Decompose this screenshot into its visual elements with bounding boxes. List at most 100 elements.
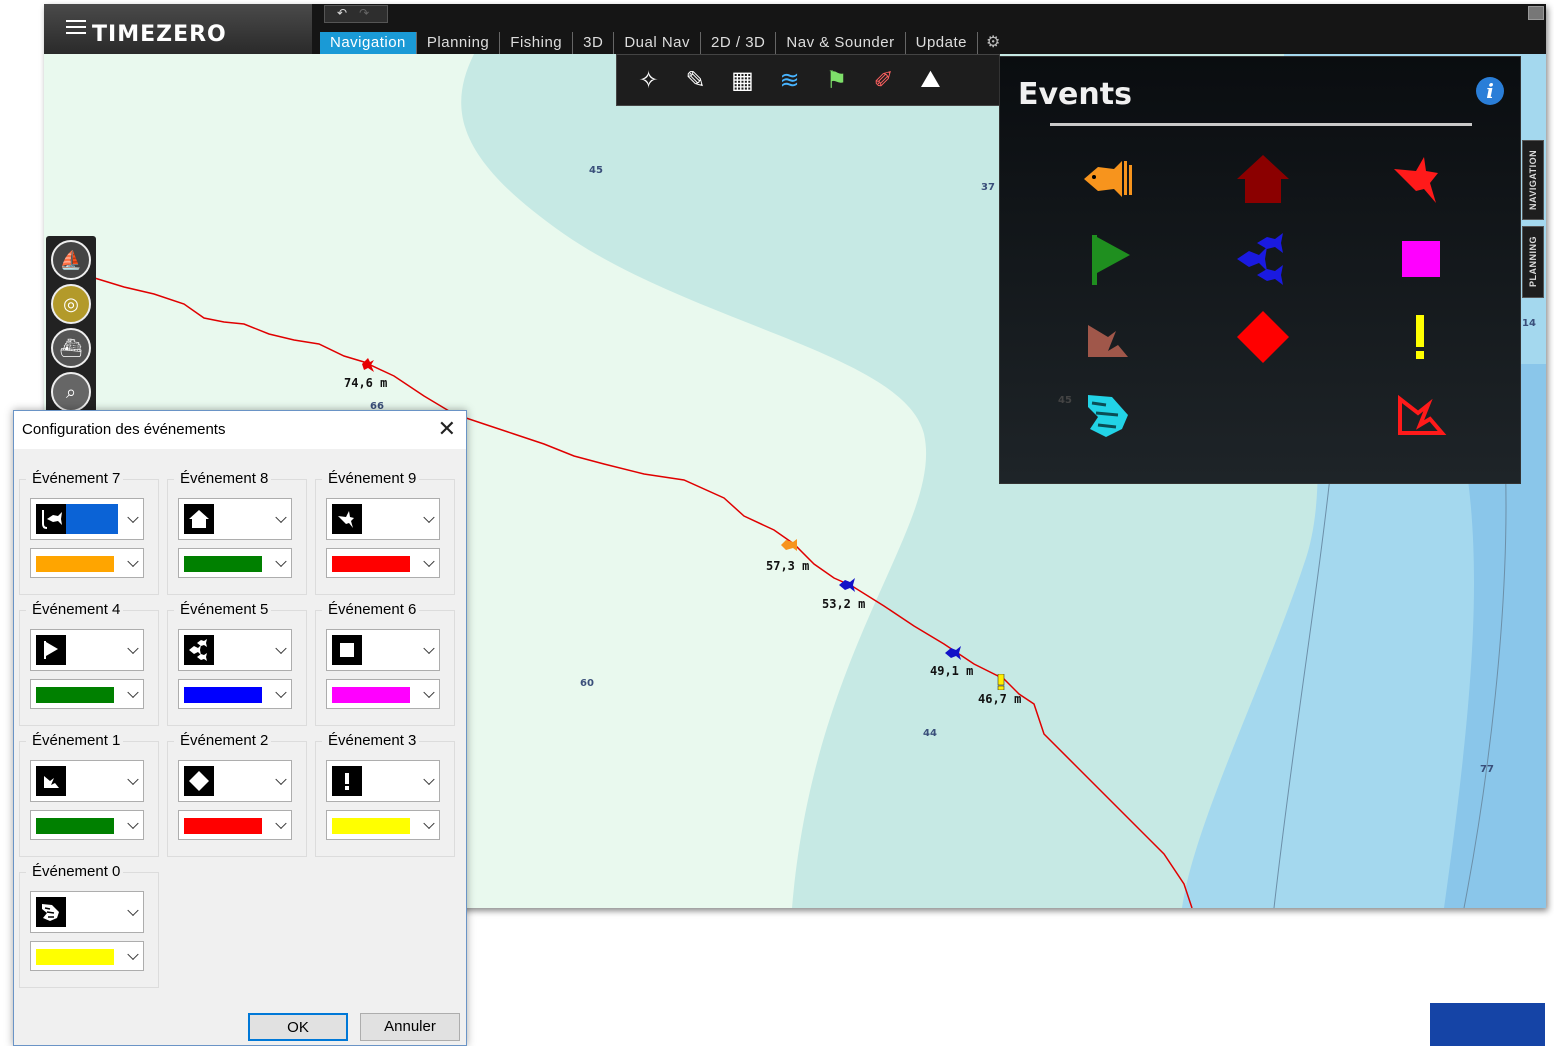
swordfish-red-icon[interactable] <box>1390 149 1450 209</box>
info-icon[interactable]: i <box>1476 77 1504 105</box>
color-swatch <box>184 818 262 834</box>
event-group-9: Événement 9 <box>315 470 455 595</box>
flag-green-icon[interactable] <box>1078 229 1138 289</box>
ok-button[interactable]: OK <box>248 1013 348 1041</box>
wreck-cyan-icon[interactable] <box>1078 385 1138 445</box>
swordfish-marker-icon[interactable] <box>360 356 376 374</box>
color-swatch <box>332 687 410 703</box>
track-depth-label: 53,2 m <box>822 597 866 611</box>
ownship-icon[interactable]: ◎ <box>51 284 91 324</box>
chevron-down-icon <box>127 948 139 961</box>
event-icon-select[interactable] <box>178 760 292 802</box>
tab-dual-nav[interactable]: Dual Nav <box>614 32 702 54</box>
tab-3d[interactable]: 3D <box>573 32 615 54</box>
exclamation-yellow-icon[interactable] <box>1390 309 1450 369</box>
event-icon-select[interactable] <box>30 629 144 671</box>
chevron-down-icon <box>275 511 287 524</box>
chevron-down-icon <box>127 904 139 917</box>
event-color-select[interactable] <box>326 810 440 840</box>
event-icon-select[interactable] <box>326 760 440 802</box>
event-color-select[interactable] <box>30 679 144 709</box>
tab-planning[interactable]: Planning <box>417 32 501 54</box>
chart-layer-icon[interactable]: ▦ <box>719 58 766 102</box>
compass-icon[interactable]: ✧ <box>625 58 672 102</box>
chevron-down-icon <box>275 555 287 568</box>
fish-blue-icon[interactable] <box>1233 229 1293 289</box>
search-icon[interactable]: ⌕ <box>51 372 91 412</box>
window-control-button[interactable] <box>1528 6 1544 20</box>
event-icon-select[interactable] <box>326 629 440 671</box>
workspace-settings-icon[interactable]: ⚙ <box>978 32 1008 54</box>
event-icon-select[interactable] <box>178 629 292 671</box>
event-label: Événement 7 <box>26 470 124 487</box>
route-planner-icon[interactable]: ✎ <box>672 58 719 102</box>
fish-school-orange-icon[interactable] <box>1078 149 1138 209</box>
chevron-down-icon <box>423 511 435 524</box>
waypoint-icon[interactable]: ⚑ <box>813 58 860 102</box>
depth-sounding: 45 <box>1058 395 1072 406</box>
events-panel-title: Events <box>1018 77 1132 112</box>
diamond-red-icon[interactable] <box>1233 309 1293 369</box>
boat-3d-icon[interactable]: ⛴ <box>51 328 91 368</box>
side-tab-navigation[interactable]: NAVIGATION <box>1522 140 1544 220</box>
event-color-select[interactable] <box>178 679 292 709</box>
home-dark-red-icon[interactable] <box>1233 149 1293 209</box>
hamburger-menu-icon[interactable] <box>66 16 86 38</box>
selected-highlight <box>36 504 118 534</box>
event-icon-select[interactable] <box>326 498 440 540</box>
event-icon-select[interactable] <box>30 498 144 540</box>
color-swatch <box>36 687 114 703</box>
track-depth-label: 46,7 m <box>978 692 1022 706</box>
event-color-select[interactable] <box>30 810 144 840</box>
event-color-select[interactable] <box>326 548 440 578</box>
wreck-icon <box>36 897 66 927</box>
flag-icon <box>36 635 66 665</box>
chevron-down-icon <box>127 773 139 786</box>
fish-blue-marker-icon[interactable] <box>944 644 962 662</box>
color-swatch <box>332 818 410 834</box>
close-icon[interactable]: ✕ <box>438 417 456 441</box>
event-group-0: Événement 0 <box>19 863 159 988</box>
event-label: Événement 9 <box>322 470 420 487</box>
mark-icon[interactable]: ⛰ <box>907 58 954 102</box>
depth-sounding: 77 <box>1480 764 1494 775</box>
square-magenta-icon[interactable] <box>1390 229 1450 289</box>
fish-school-marker-icon[interactable] <box>780 537 798 553</box>
seabed-brown-icon[interactable] <box>1078 309 1138 369</box>
exclamation-marker-icon[interactable] <box>997 674 1005 690</box>
event-color-select[interactable] <box>30 548 144 578</box>
depth-sounding: 37 <box>981 182 995 193</box>
event-icon-select[interactable] <box>30 891 144 933</box>
redo-button[interactable]: ↷ <box>359 6 369 20</box>
event-color-select[interactable] <box>326 679 440 709</box>
fish-blue-marker-icon[interactable] <box>838 576 856 594</box>
app-menu-button[interactable]: TIMEZERO <box>44 4 312 54</box>
event-color-select[interactable] <box>30 941 144 971</box>
event-group-4: Événement 4 <box>19 601 159 726</box>
boat-view-icon[interactable]: ⛵ <box>51 240 91 280</box>
event-label: Événement 4 <box>26 601 124 618</box>
undo-button[interactable]: ↶ <box>337 6 347 20</box>
chevron-down-icon <box>423 773 435 786</box>
side-tab-planning[interactable]: PLANNING <box>1522 226 1544 298</box>
event-icon-select[interactable] <box>178 498 292 540</box>
event-color-select[interactable] <box>178 810 292 840</box>
event-label: Événement 8 <box>174 470 272 487</box>
tab-navigation[interactable]: Navigation <box>320 32 417 54</box>
chevron-down-icon <box>127 686 139 699</box>
tab-nav-sounder[interactable]: Nav & Sounder <box>776 32 906 54</box>
sounder-icon[interactable]: ≋ <box>766 58 813 102</box>
chevron-down-icon <box>275 642 287 655</box>
event-color-select[interactable] <box>178 548 292 578</box>
tide-icon[interactable]: ✐ <box>860 58 907 102</box>
event-icon-select[interactable] <box>30 760 144 802</box>
tab-fishing[interactable]: Fishing <box>500 32 574 54</box>
seabed-red-icon[interactable] <box>1390 385 1450 445</box>
color-swatch <box>36 556 114 572</box>
seabed-icon <box>36 766 66 796</box>
tab-update[interactable]: Update <box>906 32 978 54</box>
chevron-down-icon <box>127 511 139 524</box>
cancel-button[interactable]: Annuler <box>360 1013 460 1041</box>
divider <box>1050 123 1472 126</box>
tab-2d-3d[interactable]: 2D / 3D <box>701 32 777 54</box>
